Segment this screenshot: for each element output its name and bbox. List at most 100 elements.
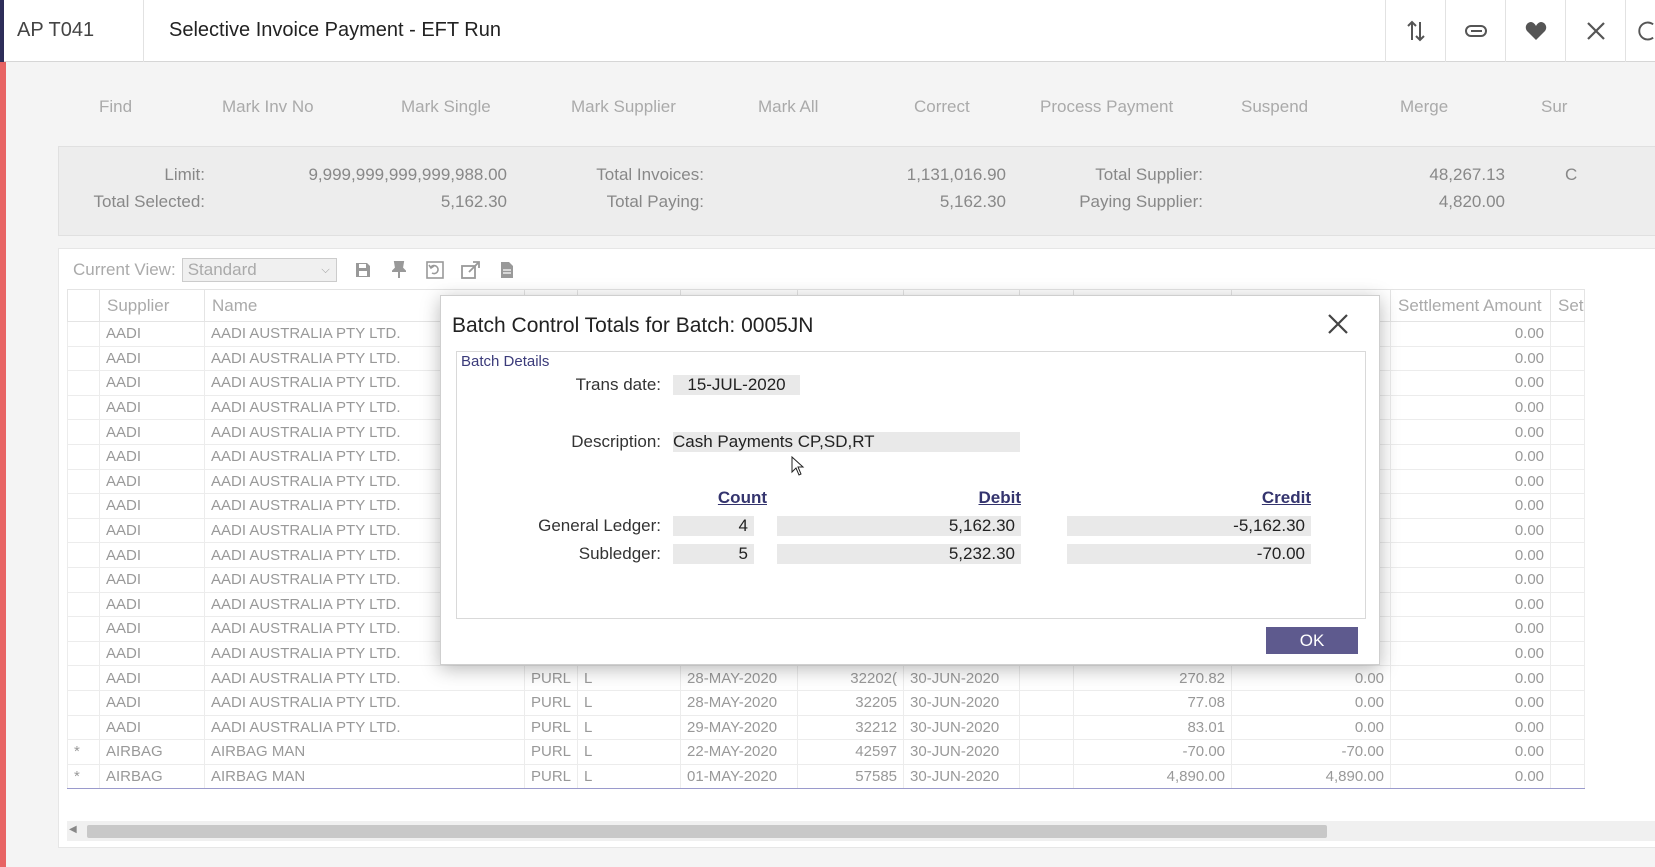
cell-partial (1550, 394, 1585, 421)
cell-supplier: AADI (99, 566, 205, 593)
cell-supplier: AADI (99, 493, 205, 519)
cell-supplier: AADI (99, 443, 205, 470)
subledger-label: Subledger: (578, 544, 661, 563)
cell-partial (1550, 640, 1585, 667)
cell-flag (67, 443, 100, 470)
general-ledger-label: General Ledger: (538, 516, 661, 535)
gl-debit-field[interactable]: 5,162.30 (777, 516, 1021, 536)
cell-supplier: AADI (99, 370, 205, 396)
sl-credit-field[interactable]: -70.00 (1067, 544, 1311, 564)
mark-single-button[interactable]: Mark Single (401, 97, 491, 117)
refresh-icon[interactable] (1625, 0, 1655, 62)
cell-settlement: 0.00 (1390, 370, 1552, 396)
merge-button[interactable]: Merge (1400, 97, 1448, 117)
table-row[interactable]: * AIRBAG AIRBAG MAN PURL L 01-MAY-2020 57585 30… (67, 763, 1585, 790)
cell-partial (1550, 370, 1585, 396)
trans-date-field[interactable]: 15-JUL-2020 (673, 375, 800, 395)
flag-col-header (67, 289, 100, 322)
total-supplier-value: 48,267.13 (1429, 165, 1505, 184)
cell-settlement: 0.00 (1390, 665, 1552, 691)
cell-settlement: 0.00 (1390, 345, 1552, 372)
table-row[interactable]: AADI AADI AUSTRALIA PTY LTD. PURL L 28-MAY-2… (67, 689, 1585, 716)
cell-due-date: 30-JUN-2020 (903, 739, 1021, 765)
cell-settlement: 0.00 (1390, 689, 1552, 716)
scroll-left-icon[interactable]: ◀ (69, 824, 77, 835)
cell-paying: 4,890.00 (1231, 763, 1392, 790)
gl-credit-field[interactable]: -5,162.30 (1067, 516, 1311, 536)
table-row[interactable]: AADI AADI AUSTRALIA PTY LTD. PURL L 28-MAY-2… (67, 665, 1585, 691)
sl-debit-field[interactable]: 5,232.30 (777, 544, 1021, 564)
settlement-col-header-partial[interactable]: Set (1550, 289, 1585, 322)
correct-button[interactable]: Correct (914, 97, 970, 117)
document-icon[interactable] (497, 260, 517, 280)
total-paying-value: 5,162.30 (939, 192, 1006, 211)
cell-paying: -70.00 (1231, 739, 1392, 765)
trans-date-label: Trans date: (575, 375, 661, 394)
cell-partial (1550, 616, 1585, 642)
cell-partial (1550, 714, 1585, 741)
cut-off-label: C (1565, 165, 1578, 184)
cell-flag (67, 468, 100, 495)
mark-all-button[interactable]: Mark All (758, 97, 818, 117)
cell-due-date: 30-JUN-2020 (903, 665, 1021, 691)
total-paying-label: Total Paying: (606, 192, 704, 211)
table-row[interactable]: AADI AADI AUSTRALIA PTY LTD. PURL L 29-MAY-2… (67, 714, 1585, 741)
close-icon[interactable] (1327, 310, 1349, 342)
paying-supplier-value: 4,820.00 (1438, 192, 1505, 211)
current-view-select[interactable]: Standard ⌵ (181, 258, 337, 282)
cell-inv-no: 32202( (797, 665, 905, 691)
cell-flag (67, 517, 100, 544)
cell-settlement: 0.00 (1390, 517, 1552, 544)
supplier-col-header[interactable]: Supplier (99, 289, 205, 322)
cell-paying: 0.00 (1231, 665, 1392, 691)
mark-inv-no-button[interactable]: Mark Inv No (222, 97, 314, 117)
total-invoices-label: Total Invoices: (596, 165, 704, 184)
cell-supplier: AADI (99, 345, 205, 372)
cell-inv-date: 29-MAY-2020 (680, 714, 799, 741)
sl-count-field[interactable]: 5 (673, 544, 754, 564)
cell-due-date: 30-JUN-2020 (903, 714, 1021, 741)
cell-flag (67, 370, 100, 396)
limit-value: 9,999,999,999,999,988.00 (308, 165, 507, 184)
ok-button[interactable]: OK (1266, 627, 1358, 654)
cell-settlement: 0.00 (1390, 566, 1552, 593)
cell-due-date: 30-JUN-2020 (903, 763, 1021, 790)
cell-supplier: AADI (99, 419, 205, 445)
heart-icon[interactable] (1505, 0, 1565, 62)
cell-settlement: 0.00 (1390, 542, 1552, 568)
cell-c7 (1019, 763, 1075, 790)
cell-supplier: AADI (99, 321, 205, 347)
find-button[interactable]: Find (99, 97, 132, 117)
export-icon[interactable] (460, 260, 481, 280)
mark-supplier-button[interactable]: Mark Supplier (571, 97, 676, 117)
close-icon[interactable] (1565, 0, 1625, 62)
reset-view-icon[interactable] (425, 260, 445, 280)
table-row[interactable]: * AIRBAG AIRBAG MAN PURL L 22-MAY-2020 42597 30… (67, 739, 1585, 765)
cell-amount: -70.00 (1073, 739, 1233, 765)
process-payment-button[interactable]: Process Payment (1040, 97, 1173, 117)
suspend-button[interactable]: Suspend (1241, 97, 1308, 117)
cell-supplier: AADI (99, 689, 205, 716)
cell-inv-date: 01-MAY-2020 (680, 763, 799, 790)
summary-button[interactable]: Sur (1541, 97, 1567, 117)
cell-partial (1550, 493, 1585, 519)
pin-icon[interactable] (389, 260, 409, 280)
cell-settlement: 0.00 (1390, 493, 1552, 519)
cell-supplier: AADI (99, 394, 205, 421)
cell-partial (1550, 689, 1585, 716)
description-field[interactable]: Cash Payments CP,SD,RT (673, 432, 1020, 452)
cell-partial (1550, 566, 1585, 593)
horizontal-scrollbar[interactable]: ◀ (67, 821, 1655, 841)
sort-icon[interactable] (1385, 0, 1445, 62)
save-icon[interactable] (353, 260, 373, 280)
settlement-amount-col-header[interactable]: Settlement Amount (1390, 289, 1552, 322)
gl-count-field[interactable]: 4 (673, 516, 754, 536)
app-code: AP T041 (4, 0, 144, 62)
totals-panel: Limit: 9,999,999,999,999,988.00 Total Se… (58, 146, 1655, 236)
cell-settlement: 0.00 (1390, 739, 1552, 765)
cell-settlement: 0.00 (1390, 763, 1552, 790)
debit-header: Debit (978, 488, 1022, 507)
cell-inv-no: 32212 (797, 714, 905, 741)
scrollbar-thumb[interactable] (87, 825, 1327, 838)
paperclip-icon[interactable] (1445, 0, 1505, 62)
